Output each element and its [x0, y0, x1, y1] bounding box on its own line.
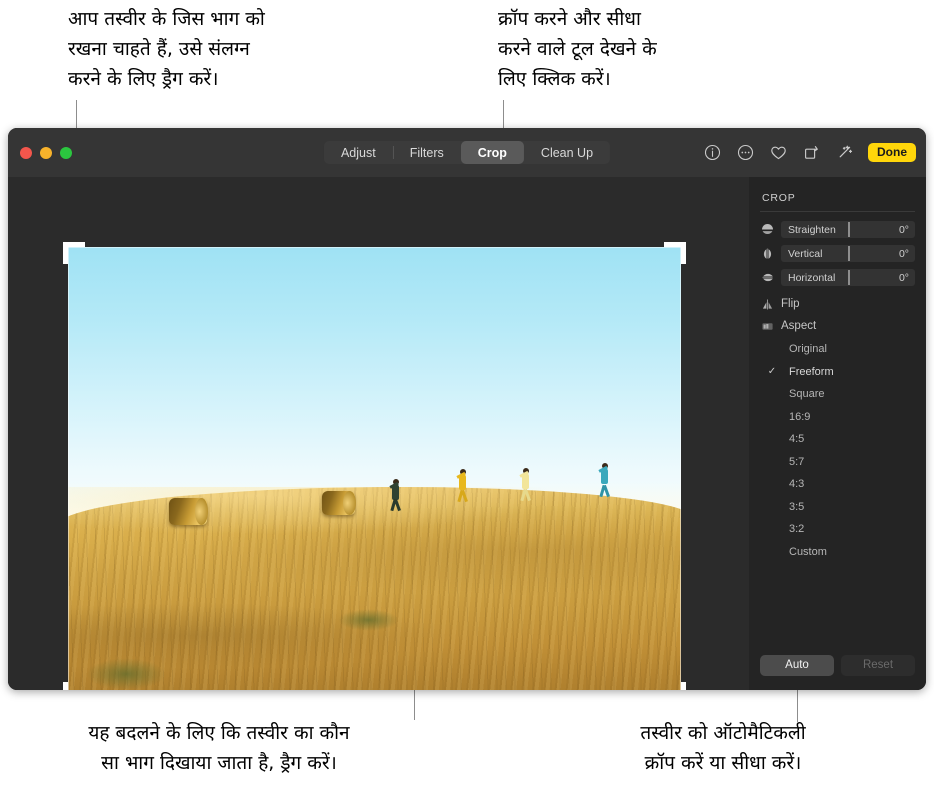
horizontal-track[interactable]: Horizontal 0° — [781, 269, 915, 286]
tab-crop-label: Crop — [477, 145, 507, 160]
titlebar-tools: Done — [702, 128, 916, 177]
tab-adjust-label: Adjust — [340, 145, 376, 160]
runner-1 — [389, 478, 402, 512]
heart-icon[interactable] — [768, 143, 788, 163]
vertical-label: Vertical — [788, 247, 823, 260]
callout-auto-crop-straighten: तस्वीर को ऑटोमैटिकली क्रॉप करें या सीधा … — [640, 722, 806, 774]
straighten-track[interactable]: Straighten 0° — [781, 221, 915, 238]
sidebar-footer: Auto Reset — [760, 655, 915, 676]
close-window-button[interactable] — [20, 146, 32, 159]
aspect-option-square[interactable]: Square — [760, 383, 915, 406]
menu-item-aspect[interactable]: Aspect — [760, 315, 915, 337]
flip-icon — [760, 297, 774, 311]
window-body: CROP Straighten 0° Vertical 0° Horizonta… — [8, 177, 926, 690]
crop-region[interactable] — [63, 242, 686, 690]
field-shading — [68, 486, 681, 690]
horizontal-value: 0° — [898, 271, 909, 284]
straighten-knob[interactable] — [848, 222, 850, 237]
tab-clean-up-label: Clean Up — [540, 145, 594, 160]
slider-vertical[interactable]: Vertical 0° — [760, 245, 915, 262]
aspect-check-freeform: ✓ — [767, 366, 777, 378]
aspect-option-16-9[interactable]: 16:9 — [760, 406, 915, 429]
crop-sidebar: CROP Straighten 0° Vertical 0° Horizonta… — [749, 177, 926, 690]
aspect-option-label: 4:5 — [789, 433, 805, 446]
aspect-option-label: Square — [789, 388, 825, 401]
aspect-option-5-7[interactable]: 5:7 — [760, 451, 915, 474]
tab-clean-up[interactable]: Clean Up — [524, 141, 610, 164]
magic-wand-icon[interactable] — [834, 143, 854, 163]
flip-label: Flip — [781, 298, 800, 310]
tab-crop[interactable]: Crop — [460, 141, 524, 164]
more-ellipsis-icon[interactable] — [735, 143, 755, 163]
aspect-option-label: Custom — [789, 545, 827, 558]
menu-item-flip[interactable]: Flip — [760, 293, 915, 315]
aspect-options-list: Original ✓ Freeform Square 16:9 4:5 5:7 … — [760, 338, 915, 563]
aspect-option-3-5[interactable]: 3:5 — [760, 496, 915, 519]
tab-filters-label: Filters — [409, 145, 444, 160]
callout-click-crop-tools: क्रॉप करने और सीधा करने वाले टूल देखने क… — [498, 8, 657, 90]
hay-bale-left — [169, 497, 209, 525]
straighten-label: Straighten — [788, 223, 836, 236]
callout-drag-to-reposition: यह बदलने के लिए कि तस्वीर का कौन सा भाग … — [88, 722, 350, 774]
aspect-option-original[interactable]: Original — [760, 338, 915, 361]
aspect-option-4-5[interactable]: 4:5 — [760, 428, 915, 451]
horizontal-icon — [760, 271, 774, 285]
aspect-option-label: 3:5 — [789, 500, 805, 513]
straighten-icon — [760, 223, 774, 237]
aspect-option-label: Original — [789, 343, 827, 356]
edit-mode-segmented-control[interactable]: Adjust Filters Crop Clean Up — [323, 141, 611, 164]
horizontal-knob[interactable] — [848, 270, 850, 285]
minimize-window-button[interactable] — [40, 146, 52, 159]
reset-button[interactable]: Reset — [841, 655, 915, 676]
aspect-label: Aspect — [781, 320, 817, 332]
vertical-track[interactable]: Vertical 0° — [781, 245, 915, 262]
slider-straighten[interactable]: Straighten 0° — [760, 221, 915, 238]
aspect-option-custom[interactable]: Custom — [760, 541, 915, 564]
aspect-option-3-2[interactable]: 3:2 — [760, 518, 915, 541]
aspect-icon — [760, 319, 774, 333]
horizontal-label: Horizontal — [788, 271, 836, 284]
slider-horizontal[interactable]: Horizontal 0° — [760, 269, 915, 286]
traffic-lights — [20, 146, 72, 159]
aspect-option-freeform[interactable]: ✓ Freeform — [760, 361, 915, 384]
window-titlebar: Adjust Filters Crop Clean Up Done — [8, 128, 926, 177]
tab-filters[interactable]: Filters — [392, 141, 461, 164]
aspect-option-4-3[interactable]: 4:3 — [760, 473, 915, 496]
aspect-option-label: 3:2 — [789, 523, 805, 536]
hay-bale-right — [322, 491, 357, 516]
vertical-value: 0° — [898, 247, 909, 260]
grass-patch-left — [86, 658, 167, 690]
photo-canvas — [8, 177, 749, 690]
rotate-icon[interactable] — [801, 143, 821, 163]
runner-3 — [519, 468, 532, 502]
sidebar-title: CROP — [762, 192, 796, 204]
zoom-window-button[interactable] — [60, 146, 72, 159]
info-icon[interactable] — [702, 143, 722, 163]
photo-image[interactable] — [68, 247, 681, 690]
aspect-option-label: Freeform — [789, 365, 834, 378]
aspect-option-label: 16:9 — [789, 410, 811, 423]
sidebar-divider — [760, 211, 915, 212]
photos-editor-window: Adjust Filters Crop Clean Up Done CROP S… — [8, 128, 926, 690]
done-button[interactable]: Done — [868, 143, 916, 162]
runner-2 — [456, 468, 468, 503]
screenshot-root: आप तस्वीर के जिस भाग को रखना चाहते हैं, … — [0, 0, 934, 790]
aspect-option-label: 5:7 — [789, 455, 805, 468]
runner-4 — [598, 463, 610, 498]
vertical-knob[interactable] — [848, 246, 850, 261]
callout-drag-to-frame: आप तस्वीर के जिस भाग को रखना चाहते हैं, … — [68, 8, 265, 90]
auto-button[interactable]: Auto — [760, 655, 834, 676]
straighten-value: 0° — [898, 223, 909, 236]
aspect-option-label: 4:3 — [789, 478, 805, 491]
vertical-icon — [760, 247, 774, 261]
grass-patch-mid — [337, 608, 400, 632]
tab-adjust[interactable]: Adjust — [324, 141, 393, 164]
